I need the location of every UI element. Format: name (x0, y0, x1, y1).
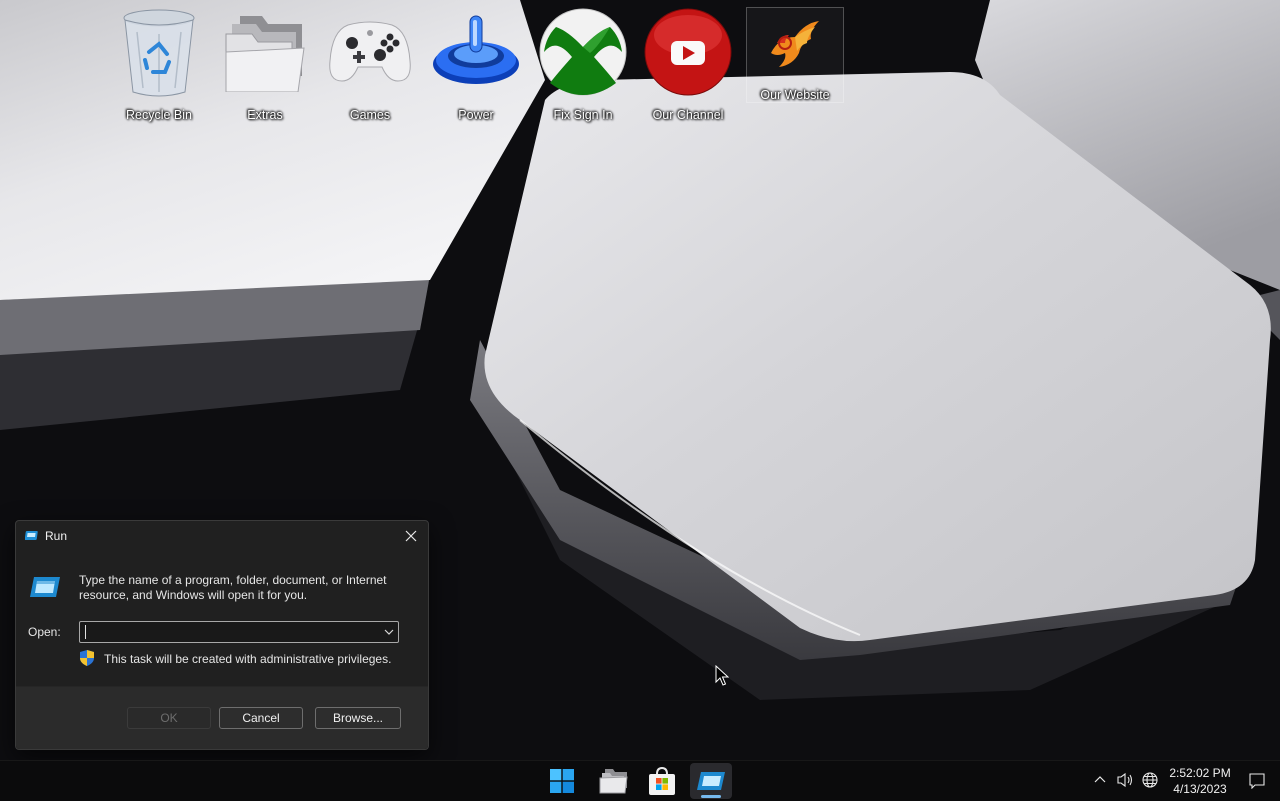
close-icon (405, 530, 417, 542)
volume-button[interactable] (1117, 772, 1135, 793)
clock-date: 4/13/2023 (1173, 782, 1227, 796)
notification-icon (1249, 773, 1265, 790)
taskbar-microsoft-store[interactable] (641, 763, 683, 799)
ok-button[interactable]: OK (127, 707, 211, 729)
run-title: Run (45, 529, 68, 543)
power-icon (430, 6, 522, 98)
run-icon (697, 772, 725, 790)
desktop-icon-label: Fix Sign In (553, 108, 613, 122)
browse-button[interactable]: Browse... (315, 707, 401, 729)
taskbar-file-explorer[interactable] (593, 763, 635, 799)
desktop-icon-our-channel[interactable]: Our Channel (640, 6, 736, 124)
desktop-icon-power[interactable]: Power (428, 6, 524, 124)
recycle-bin-icon (113, 6, 205, 98)
run-program-icon (29, 575, 61, 602)
start-icon (550, 769, 574, 793)
desktop-icon-our-website[interactable]: Our Website (746, 7, 844, 103)
desktop-icon-label: Extras (247, 108, 283, 122)
desktop-icon-label: Games (349, 108, 391, 122)
desktop-icon-label: Our Website (760, 88, 830, 102)
desktop-icon-fix-sign-in[interactable]: Fix Sign In (535, 6, 631, 124)
desktop-icon-label: Recycle Bin (126, 108, 192, 122)
admin-privileges-note: This task will be created with administr… (104, 652, 392, 666)
folder-icon (219, 6, 311, 98)
taskbar: 2:52:02 PM 4/13/2023 (0, 760, 1280, 801)
desktop-icon-games[interactable]: Games (322, 6, 418, 124)
xbox-icon (537, 6, 629, 98)
close-button[interactable] (396, 523, 426, 549)
active-indicator (701, 795, 721, 798)
network-button[interactable] (1142, 772, 1158, 793)
desktop-icon-recycle-bin[interactable]: Recycle Bin (111, 6, 207, 124)
file-explorer-icon (599, 769, 628, 794)
run-title-bar[interactable]: Run (16, 521, 428, 551)
system-clock[interactable]: 2:52:02 PM 4/13/2023 (1163, 765, 1237, 797)
chevron-up-icon (1094, 776, 1106, 783)
open-combobox[interactable] (79, 621, 399, 643)
dropdown-arrow-button[interactable] (382, 624, 396, 640)
text-caret (85, 625, 86, 639)
desktop-icon-label: Power (458, 108, 494, 122)
taskbar-run[interactable] (690, 763, 732, 799)
globe-icon (1142, 772, 1158, 788)
run-icon (24, 530, 39, 544)
gamepad-icon (324, 6, 416, 98)
clock-time: 2:52:02 PM (1169, 766, 1231, 780)
uac-shield-icon (80, 650, 94, 669)
youtube-icon (642, 6, 734, 98)
chevron-down-icon (384, 629, 394, 635)
show-hidden-icons-button[interactable] (1094, 772, 1106, 790)
speaker-icon (1117, 772, 1133, 788)
open-label: Open: (28, 625, 61, 639)
run-dialog: Run Type the name of a program, folder, … (15, 520, 429, 750)
start-button[interactable] (541, 763, 583, 799)
microsoft-store-icon (649, 766, 675, 795)
cancel-button[interactable]: Cancel (219, 707, 303, 729)
run-description: Type the name of a program, folder, docu… (79, 573, 387, 602)
notification-center-button[interactable] (1249, 773, 1265, 794)
desktop-icon-extras[interactable]: Extras (217, 6, 313, 124)
desktop-icon-label: Our Channel (652, 108, 724, 122)
phoenix-logo-icon (749, 8, 841, 78)
mouse-pointer-icon (715, 664, 730, 692)
open-input[interactable] (84, 623, 374, 640)
